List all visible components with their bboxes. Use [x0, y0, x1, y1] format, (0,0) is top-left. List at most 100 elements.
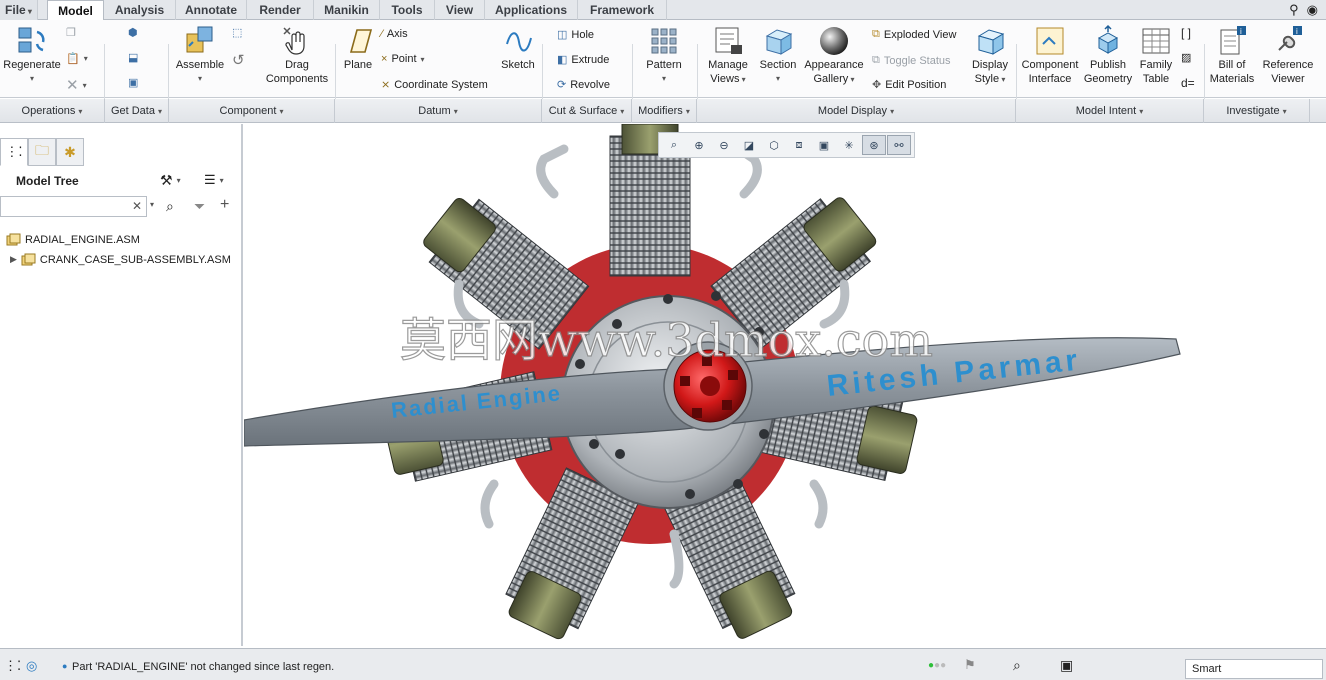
- toggle-status-icon: ⧉: [872, 54, 880, 66]
- regen-status-icon[interactable]: ●●●: [928, 660, 946, 671]
- manage-views-button[interactable]: Manage Views ▾: [702, 24, 754, 87]
- tree-item-root[interactable]: RADIAL_ENGINE.ASM: [6, 233, 140, 246]
- add-button[interactable]: +: [220, 196, 229, 214]
- group-label: Model Intent: [1075, 105, 1137, 117]
- datum-display-button[interactable]: ✳: [837, 135, 861, 155]
- copy-button[interactable]: ❐: [66, 26, 76, 39]
- filter-button[interactable]: ⏷: [194, 198, 205, 215]
- flag-icon[interactable]: ⚑: [964, 657, 976, 673]
- find-binoculars-icon[interactable]: ⌕: [1013, 657, 1021, 674]
- user-defined-feature-button[interactable]: ⬢: [128, 26, 138, 39]
- tab-render[interactable]: Render: [247, 0, 314, 20]
- group-cut-surface[interactable]: Cut & Surface ▾: [542, 99, 632, 123]
- tab-annotate[interactable]: Annotate: [176, 0, 247, 20]
- exploded-view-icon: ⧉: [872, 28, 880, 40]
- group-model-intent[interactable]: Model Intent ▾: [1016, 99, 1204, 123]
- display-style-toggle-button[interactable]: ⬡: [762, 135, 786, 155]
- toggle-status-button[interactable]: ⧉ Toggle Status: [872, 54, 951, 67]
- view-manager-button[interactable]: ▣: [812, 135, 836, 155]
- browser-toggle-icon[interactable]: ◎: [26, 658, 37, 674]
- group-model-display[interactable]: Model Display ▾: [697, 99, 1016, 123]
- shrinkwrap-button[interactable]: ▣: [128, 76, 138, 89]
- watermark-text: 莫西网www.3dmox.com: [400, 313, 933, 367]
- saved-orientations-button[interactable]: ⧈: [787, 135, 811, 155]
- point-button[interactable]: × Point ▾: [381, 53, 425, 65]
- extrude-button[interactable]: ◧ Extrude: [557, 53, 609, 67]
- tab-analysis[interactable]: Analysis: [104, 0, 176, 20]
- relations-button[interactable]: d=: [1181, 76, 1195, 90]
- delete-button[interactable]: ✕ ▾: [66, 76, 87, 94]
- tree-toggle-icon[interactable]: ⋮⁚: [4, 658, 21, 674]
- group-datum[interactable]: Datum ▾: [335, 99, 542, 123]
- exploded-view-button[interactable]: ⧉ Exploded View: [872, 28, 956, 41]
- plane-button[interactable]: Plane: [338, 24, 378, 72]
- switch-symbols-button[interactable]: ▨: [1181, 51, 1191, 64]
- paste-button[interactable]: 📋 ▾: [66, 52, 88, 65]
- group-operations[interactable]: Operations ▾: [0, 99, 105, 123]
- appearance-gallery-button[interactable]: Appearance Gallery ▾: [801, 24, 867, 87]
- group-modifiers[interactable]: Modifiers ▾: [632, 99, 697, 123]
- model-tree-title: Model Tree: [16, 174, 79, 188]
- regenerate-icon: [18, 27, 45, 53]
- group-investigate[interactable]: Investigate ▾: [1204, 99, 1310, 123]
- assemble-icon: [186, 26, 213, 53]
- tree-item-crank-case[interactable]: ▶ CRANK_CASE_SUB-ASSEMBLY.ASM: [10, 253, 231, 266]
- zoom-out-button[interactable]: ⊖: [712, 135, 736, 155]
- axis-button[interactable]: ⁄ Axis: [381, 28, 408, 40]
- reference-viewer-label-line2: Viewer: [1271, 73, 1305, 85]
- reference-viewer-button[interactable]: i Reference Viewer: [1259, 24, 1317, 86]
- hole-button[interactable]: ◫ Hole: [557, 28, 594, 42]
- regenerate-button[interactable]: Regenerate ▾: [2, 24, 62, 86]
- search-options-button[interactable]: ▾: [150, 200, 154, 209]
- edit-position-icon: ✥: [872, 79, 882, 91]
- spin-center-button[interactable]: ⊛: [862, 135, 886, 155]
- expand-arrow-icon[interactable]: ▶: [10, 254, 17, 265]
- tab-folder-browser[interactable]: 🗀: [28, 138, 56, 166]
- clear-search-icon[interactable]: ✕: [132, 199, 142, 213]
- tab-view[interactable]: View: [435, 0, 485, 20]
- display-style-button[interactable]: Display Style ▾: [968, 24, 1012, 87]
- group-component[interactable]: Component ▾: [169, 99, 335, 123]
- annotation-display-button[interactable]: ⚯: [887, 135, 911, 155]
- select-box-icon[interactable]: ▣: [1060, 657, 1073, 674]
- command-search-icon[interactable]: ⚲: [1289, 2, 1299, 18]
- tab-framework[interactable]: Framework: [578, 0, 667, 20]
- tab-model[interactable]: Model: [47, 0, 104, 21]
- tab-manikin[interactable]: Manikin: [314, 0, 380, 20]
- tab-tools[interactable]: Tools: [380, 0, 435, 20]
- repeat-button[interactable]: ↺: [232, 51, 245, 69]
- assemble-button[interactable]: Assemble ▾: [172, 24, 228, 86]
- find-button[interactable]: ⌕: [166, 198, 174, 215]
- group-label: Datum: [418, 105, 451, 117]
- graphics-window[interactable]: Radial Engine Ritesh Parmar 莫西网www.3dmox…: [244, 124, 1326, 646]
- section-button[interactable]: Section ▾: [757, 24, 799, 86]
- component-interface-button[interactable]: Component Interface: [1019, 24, 1081, 86]
- repaint-button[interactable]: ◪: [737, 135, 761, 155]
- zoom-in-button[interactable]: ⊕: [687, 135, 711, 155]
- tab-model-tree[interactable]: ⋮⁚: [0, 138, 28, 166]
- copy-geometry-button[interactable]: ⬓: [128, 51, 138, 64]
- revolve-button[interactable]: ⟳ Revolve: [557, 78, 610, 92]
- publish-geometry-button[interactable]: Publish Geometry: [1083, 24, 1133, 86]
- help-icon[interactable]: ◉: [1307, 2, 1318, 18]
- package-button[interactable]: ⬚: [232, 26, 242, 39]
- parameters-button[interactable]: [ ]: [1181, 26, 1191, 40]
- edit-position-button[interactable]: ✥ Edit Position: [872, 78, 946, 92]
- drag-components-button[interactable]: Drag Components: [262, 24, 332, 86]
- tab-file[interactable]: File ▾: [0, 0, 38, 20]
- tree-settings-button[interactable]: ⚒ ▾: [160, 172, 181, 189]
- bill-of-materials-button[interactable]: i Bill of Materials: [1207, 24, 1257, 86]
- refit-button[interactable]: ⌕: [662, 135, 686, 155]
- pattern-button[interactable]: Pattern ▾: [640, 24, 688, 86]
- sketch-button[interactable]: Sketch: [498, 24, 538, 72]
- family-table-button[interactable]: Family Table: [1135, 24, 1177, 86]
- group-get-data[interactable]: Get Data ▾: [105, 99, 169, 123]
- tree-search-input[interactable]: [1, 197, 126, 216]
- coordinate-system-button[interactable]: ⨯ Coordinate System: [381, 78, 488, 92]
- publish-geometry-label-line2: Geometry: [1083, 73, 1133, 85]
- tab-favorites[interactable]: ✱: [56, 138, 84, 166]
- selection-filter-dropdown[interactable]: Smart: [1185, 659, 1323, 679]
- tree-columns-button[interactable]: ☰ ▾: [204, 172, 224, 188]
- tab-applications[interactable]: Applications: [485, 0, 578, 20]
- component-interface-label-line2: Interface: [1028, 73, 1072, 85]
